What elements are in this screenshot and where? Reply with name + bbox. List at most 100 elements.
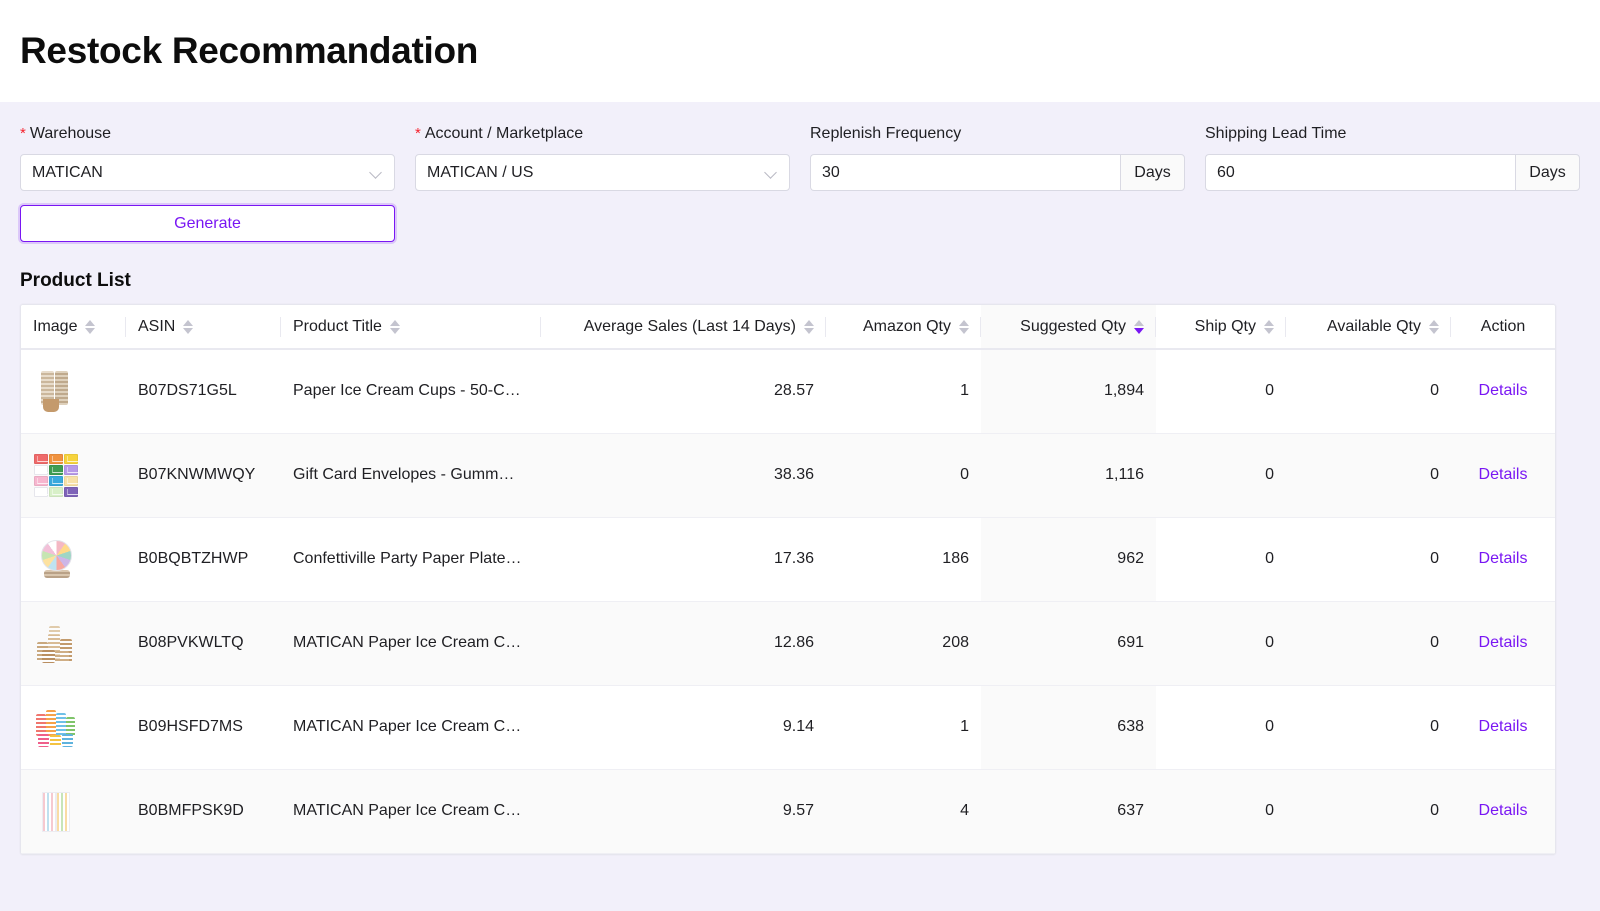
table-row[interactable]: B07DS71G5L Paper Ice Cream Cups - 50-C… 28… [21,349,1555,434]
cell-suggested_qty: 637 [981,769,1156,854]
cell-ship_qty: 0 [1156,685,1286,770]
cell-amazon_qty: 4 [826,769,981,854]
column-header-label: Average Sales (Last 14 Days) [583,317,796,335]
column-header-avg_sales[interactable]: Average Sales (Last 14 Days) [541,305,826,350]
kraft-cup-pile-thumbnail [33,620,79,666]
shipping-lead-time-label: Shipping Lead Time [1205,125,1347,142]
sort-ascending-icon[interactable] [804,319,814,326]
replenish-frequency-input[interactable] [810,154,1120,191]
warehouse-selected-value: MATICAN [32,163,103,181]
required-asterisk-icon: * [415,125,421,142]
column-header-suggested_qty[interactable]: Suggested Qty [981,305,1156,350]
cell-image [21,685,126,770]
sort-arrows-icon[interactable] [85,319,96,334]
cell-avg_sales: 9.14 [541,685,826,770]
table-row[interactable]: B08PVKWLTQ MATICAN Paper Ice Cream C… 12.8… [21,601,1555,686]
cell-ship_qty: 0 [1156,349,1286,434]
details-link[interactable]: Details [1479,718,1528,735]
sort-arrows-icon[interactable] [804,319,814,334]
sort-ascending-icon[interactable] [85,319,96,326]
product-list-table-container: Image ASIN Product Title Average Sales (Las… [20,304,1556,855]
details-link[interactable]: Details [1479,382,1528,399]
shipping-lead-time-input[interactable] [1205,154,1515,191]
sort-descending-icon[interactable] [389,327,400,334]
cell-image [21,517,126,602]
cell-suggested_qty: 1,116 [981,433,1156,518]
column-header-image[interactable]: Image [21,305,126,350]
sort-arrows-icon[interactable] [389,319,400,334]
column-header-label: Available Qty [1327,317,1421,335]
sort-ascending-icon[interactable] [389,319,400,326]
sort-descending-icon[interactable] [804,327,814,334]
sort-descending-icon[interactable] [1429,327,1439,334]
chevron-down-icon [371,167,383,179]
field-account-marketplace: * Account / Marketplace MATICAN / US [415,124,790,191]
cell-available_qty: 0 [1286,349,1451,434]
details-link[interactable]: Details [1479,550,1528,567]
sort-ascending-icon[interactable] [1264,319,1274,326]
column-header-label: Amazon Qty [862,317,951,335]
cell-suggested_qty: 691 [981,601,1156,686]
sort-descending-icon[interactable] [1134,327,1144,334]
sort-arrows-icon[interactable] [1134,319,1144,334]
restock-recommendation-page: Restock Recommandation * Warehouse MATICA… [0,0,1600,911]
sort-descending-icon[interactable] [85,327,96,334]
cell-ship_qty: 0 [1156,517,1286,602]
filter-panel: * Warehouse MATICAN * Account / Marketplac… [0,102,1600,242]
sort-arrows-icon[interactable] [959,319,969,334]
sort-ascending-icon[interactable] [1134,319,1144,326]
sort-arrows-icon[interactable] [1264,319,1274,334]
cell-avg_sales: 17.36 [541,517,826,602]
paper-ice-cream-cups-thumbnail [33,368,79,414]
warehouse-label: * Warehouse [20,124,395,144]
table-row[interactable]: B09HSFD7MS MATICAN Paper Ice Cream C… 9.14… [21,685,1555,770]
striped-cups-thumbnail [33,788,79,834]
replenish-input-group: Days [810,154,1185,191]
cell-ship_qty: 0 [1156,769,1286,854]
replenish-unit-addon: Days [1120,154,1185,191]
column-header-title[interactable]: Product Title [281,305,541,350]
column-header-asin[interactable]: ASIN [126,305,281,350]
cell-available_qty: 0 [1286,517,1451,602]
sort-ascending-icon[interactable] [959,319,969,326]
shipping-input-group: Days [1205,154,1580,191]
warehouse-select[interactable]: MATICAN [20,154,395,191]
cell-available_qty: 0 [1286,769,1451,854]
cell-asin: B08PVKWLTQ [126,601,281,686]
account-marketplace-select[interactable]: MATICAN / US [415,154,790,191]
table-row[interactable]: B0BMFPSK9D MATICAN Paper Ice Cream C… 9.57… [21,769,1555,854]
required-asterisk-icon: * [20,125,26,142]
column-header-amazon_qty[interactable]: Amazon Qty [826,305,981,350]
account-label-text: Account / Marketplace [424,125,584,142]
cell-image [21,433,126,518]
table-body: B07DS71G5L Paper Ice Cream Cups - 50-C… 28… [21,349,1555,854]
product-list-heading: Product List [20,270,131,291]
sort-arrows-icon[interactable] [183,319,194,334]
table-row[interactable]: B07KNWMWQY Gift Card Envelopes - Gumm… 38.… [21,433,1555,518]
column-header-ship_qty[interactable]: Ship Qty [1156,305,1286,350]
details-link[interactable]: Details [1479,634,1528,651]
sort-descending-icon[interactable] [959,327,969,334]
column-header-label: Product Title [293,317,382,335]
warehouse-label-text: Warehouse [29,125,112,142]
title-bar: Restock Recommandation [0,0,1600,102]
generate-button[interactable]: Generate [20,205,395,242]
details-link[interactable]: Details [1479,466,1528,483]
table-row[interactable]: B0BQBTZHWP Confettiville Party Paper Plat… [21,517,1555,602]
cell-title: Paper Ice Cream Cups - 50-C… [281,349,541,434]
sort-descending-icon[interactable] [1264,327,1274,334]
shipping-unit-addon: Days [1515,154,1580,191]
sort-descending-icon[interactable] [183,327,194,334]
sort-ascending-icon[interactable] [183,319,194,326]
sort-arrows-icon[interactable] [1429,319,1439,334]
cell-image [21,601,126,686]
cell-title: MATICAN Paper Ice Cream C… [281,685,541,770]
cell-action: Details [1451,601,1555,686]
confetti-party-plate-thumbnail [33,536,79,582]
sort-ascending-icon[interactable] [1429,319,1439,326]
cell-title: Gift Card Envelopes - Gumm… [281,433,541,518]
column-header-available_qty[interactable]: Available Qty [1286,305,1451,350]
cell-ship_qty: 0 [1156,433,1286,518]
details-link[interactable]: Details [1479,802,1528,819]
cell-ship_qty: 0 [1156,601,1286,686]
